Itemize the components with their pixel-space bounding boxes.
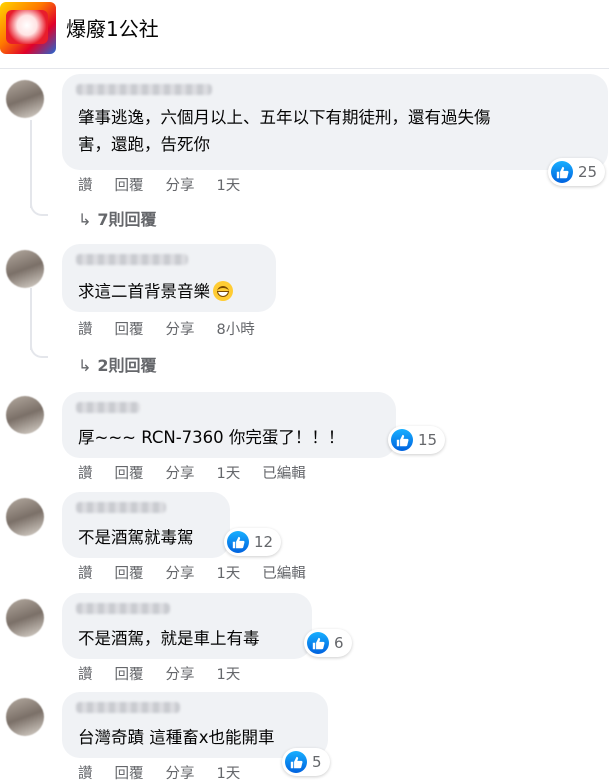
reaction-count[interactable]: 6 — [304, 629, 352, 657]
comment-text: 求這二首背景音樂 — [78, 278, 233, 305]
avatar[interactable] — [6, 498, 44, 536]
comment-actions: 讚 回覆 分享 1天 — [78, 663, 262, 684]
avatar[interactable] — [6, 698, 44, 736]
timestamp[interactable]: 1天 — [217, 174, 241, 195]
page-title[interactable]: 爆廢1公社 — [66, 13, 159, 42]
comment-text: 厚~~~ RCN-7360 你完蛋了！！！ — [78, 428, 345, 447]
like-icon — [391, 429, 413, 451]
grinning-face-emoji — [213, 281, 233, 301]
comment-bubble: 肇事逃逸，六個月以上、五年以下有期徒刑，還有過失傷 害，還跑，告死你 — [62, 74, 608, 170]
timestamp[interactable]: 1天 — [217, 762, 241, 783]
reply-button[interactable]: 回覆 — [115, 462, 144, 483]
reply-arrow-icon: ↳ — [78, 210, 92, 229]
author-name-blurred[interactable] — [76, 502, 166, 513]
comment-actions: 讚 回覆 分享 1天 已編輯 — [78, 562, 328, 583]
reaction-count[interactable]: 5 — [282, 748, 330, 776]
share-button[interactable]: 分享 — [166, 762, 195, 783]
author-name-blurred[interactable] — [76, 254, 188, 265]
thread-line — [30, 288, 32, 350]
thread-line — [30, 120, 32, 208]
view-replies-link[interactable]: ↳ 2則回覆 — [78, 352, 157, 376]
reply-button[interactable]: 回覆 — [115, 318, 144, 339]
thread-curve — [30, 342, 48, 358]
comment-actions: 讚 回覆 分享 1天 — [78, 174, 262, 195]
view-replies-link[interactable]: ↳ 7則回覆 — [78, 206, 157, 230]
reaction-count[interactable]: 15 — [388, 426, 446, 454]
share-button[interactable]: 分享 — [166, 462, 195, 483]
author-name-blurred[interactable] — [76, 84, 212, 95]
comment-actions: 讚 回覆 分享 1天 已編輯 — [78, 462, 328, 483]
edited-label[interactable]: 已編輯 — [262, 462, 306, 483]
comment-text: 不是酒駕，就是車上有毒 — [78, 629, 260, 648]
like-button[interactable]: 讚 — [78, 174, 93, 195]
comment-actions: 讚 回覆 分享 8小時 — [78, 318, 277, 339]
timestamp[interactable]: 8小時 — [217, 318, 255, 339]
like-button[interactable]: 讚 — [78, 318, 93, 339]
timestamp[interactable]: 1天 — [217, 562, 241, 583]
like-icon — [307, 632, 329, 654]
author-name-blurred[interactable] — [76, 702, 180, 713]
page-logo[interactable] — [0, 2, 56, 54]
reply-button[interactable]: 回覆 — [115, 663, 144, 684]
reply-button[interactable]: 回覆 — [115, 562, 144, 583]
like-button[interactable]: 讚 — [78, 562, 93, 583]
comment-bubble: 厚~~~ RCN-7360 你完蛋了！！！ — [62, 392, 396, 458]
comment-bubble: 台灣奇蹟 這種畜x也能開車 — [62, 692, 328, 758]
share-button[interactable]: 分享 — [166, 174, 195, 195]
share-button[interactable]: 分享 — [166, 318, 195, 339]
like-button[interactable]: 讚 — [78, 663, 93, 684]
page-header: 爆廢1公社 — [0, 0, 609, 69]
timestamp[interactable]: 1天 — [217, 663, 241, 684]
comment-text: 台灣奇蹟 這種畜x也能開車 — [78, 728, 275, 747]
avatar[interactable] — [6, 250, 44, 288]
like-button[interactable]: 讚 — [78, 762, 93, 783]
avatar[interactable] — [6, 80, 44, 118]
avatar[interactable] — [6, 396, 44, 434]
like-button[interactable]: 讚 — [78, 462, 93, 483]
comment-text: 肇事逃逸，六個月以上、五年以下有期徒刑，還有過失傷 害，還跑，告死你 — [78, 108, 491, 154]
avatar[interactable] — [6, 599, 44, 637]
comment-actions: 讚 回覆 分享 1天 — [78, 762, 262, 783]
edited-label[interactable]: 已編輯 — [262, 562, 306, 583]
like-icon — [227, 531, 249, 553]
reply-button[interactable]: 回覆 — [115, 174, 144, 195]
share-button[interactable]: 分享 — [166, 663, 195, 684]
reply-arrow-icon: ↳ — [78, 356, 92, 375]
author-name-blurred[interactable] — [76, 603, 170, 614]
share-button[interactable]: 分享 — [166, 562, 195, 583]
reaction-count[interactable]: 25 — [548, 158, 606, 186]
comment-bubble: 不是酒駕就毒駕 — [62, 492, 230, 558]
like-icon — [551, 161, 573, 183]
reaction-count[interactable]: 12 — [224, 528, 282, 556]
comment-bubble: 不是酒駕，就是車上有毒 — [62, 593, 312, 659]
comment-bubble: 求這二首背景音樂 — [62, 244, 276, 312]
timestamp[interactable]: 1天 — [217, 462, 241, 483]
comment-text: 不是酒駕就毒駕 — [78, 528, 194, 547]
like-icon — [285, 751, 307, 773]
author-name-blurred[interactable] — [76, 402, 140, 413]
reply-button[interactable]: 回覆 — [115, 762, 144, 783]
thread-curve — [30, 200, 48, 216]
